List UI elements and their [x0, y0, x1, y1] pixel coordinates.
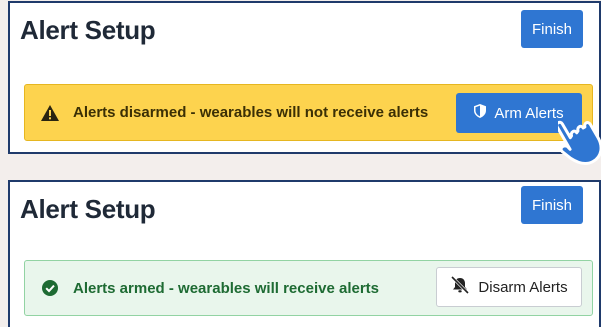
disarm-alerts-button[interactable]: Disarm Alerts: [436, 267, 582, 307]
warning-icon: [41, 104, 59, 122]
page-title: Alert Setup: [20, 15, 156, 45]
alert-setup-panel-armed: Alert Setup Finish Alerts armed - wearab…: [8, 180, 601, 327]
alert-status-banner: Alerts disarmed - wearables will not rec…: [24, 84, 593, 141]
disarm-alerts-label: Disarm Alerts: [478, 278, 568, 296]
page-title: Alert Setup: [20, 194, 156, 224]
alert-status-banner: Alerts armed - wearables will receive al…: [24, 260, 593, 316]
arm-alerts-button[interactable]: Arm Alerts: [456, 93, 582, 133]
alert-setup-panel-disarmed: Alert Setup Finish Alerts disarmed - wea…: [8, 1, 601, 154]
check-circle-icon: [41, 279, 59, 297]
shield-icon: [474, 104, 487, 122]
finish-button[interactable]: Finish: [521, 186, 583, 224]
bell-off-icon: [450, 275, 470, 298]
arm-alerts-label: Arm Alerts: [494, 104, 564, 122]
alert-message: Alerts armed - wearables will receive al…: [73, 279, 379, 297]
alert-message: Alerts disarmed - wearables will not rec…: [73, 104, 429, 121]
finish-button[interactable]: Finish: [521, 10, 583, 48]
